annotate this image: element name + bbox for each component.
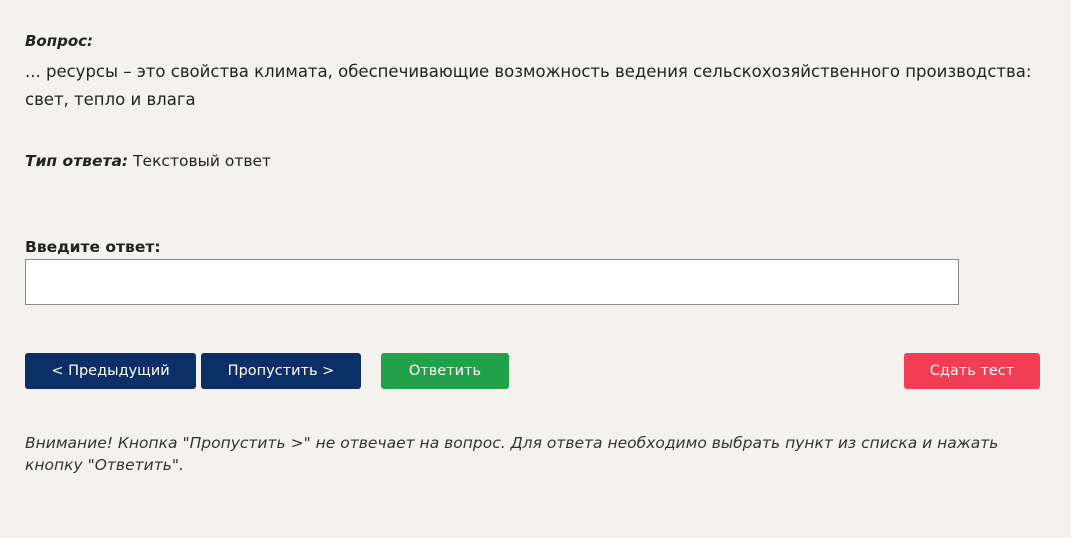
- skip-button[interactable]: Пропустить >: [201, 353, 361, 389]
- question-label: Вопрос:: [25, 32, 94, 50]
- submit-test-button[interactable]: Сдать тест: [904, 353, 1040, 389]
- test-page: Вопрос: ... ресурсы – это свойства клима…: [0, 0, 1071, 538]
- answer-input[interactable]: [25, 259, 959, 305]
- skip-warning-notice: Внимание! Кнопка "Пропустить >" не отвеч…: [25, 434, 999, 474]
- answer-input-label: Введите ответ:: [25, 238, 161, 256]
- answer-type-value: Текстовый ответ: [128, 152, 272, 170]
- answer-type-row: Тип ответа: Текстовый ответ: [25, 152, 271, 170]
- answer-type-label: Тип ответа:: [25, 152, 129, 170]
- previous-button[interactable]: < Предыдущий: [25, 353, 196, 389]
- question-text: ... ресурсы – это свойства климата, обес…: [25, 62, 1032, 109]
- answer-button[interactable]: Ответить: [381, 353, 509, 389]
